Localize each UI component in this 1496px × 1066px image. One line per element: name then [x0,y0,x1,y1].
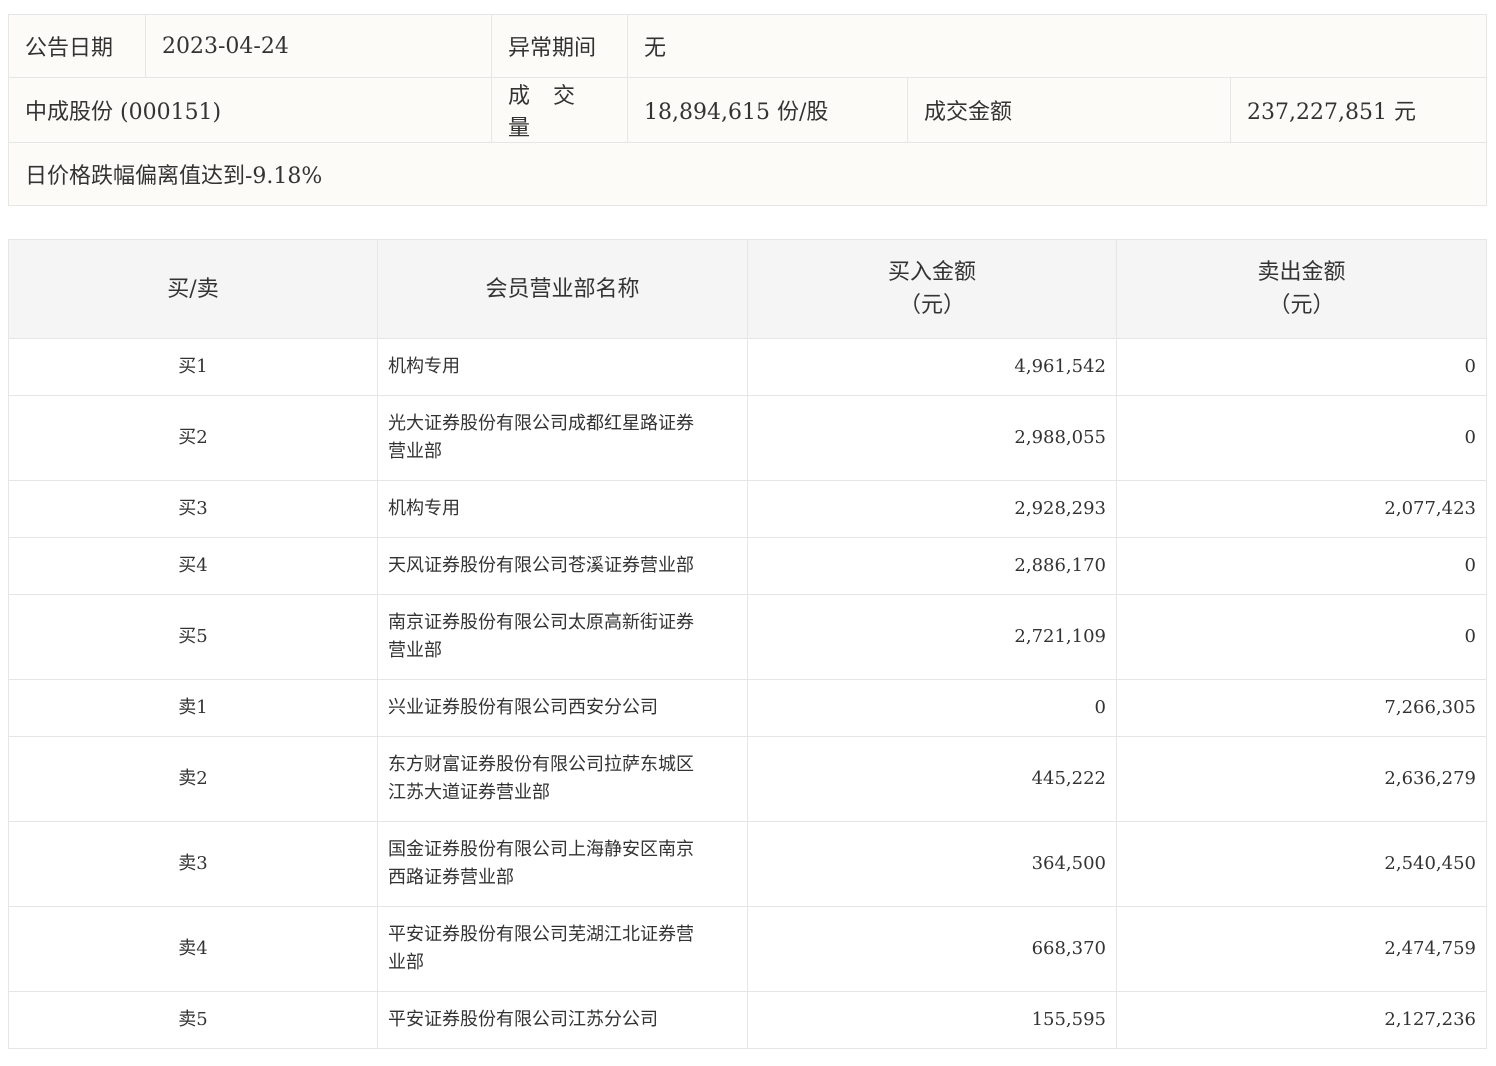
header-sell-amount: 卖出金额 （元） [1116,239,1487,339]
member-name-line1: 兴业证券股份有限公司西安分公司 [388,697,658,718]
table-row: 买4 天风证券股份有限公司苍溪证券营业部 2,886,170 0 [8,537,1487,595]
table-body: 买1 机构专用 4,961,542 0 买2 光大证券股份有限公司成都红星路证券 营业部 2,… [8,338,1487,1049]
row-side: 买1 [8,338,378,396]
table-row: 卖2 东方财富证券股份有限公司拉萨东城区 江苏大道证券营业部 445,222 2,636… [8,736,1487,822]
row-buy-amount: 2,988,055 [747,395,1117,481]
row-buy-amount: 2,886,170 [747,537,1117,595]
row-buy-amount: 364,500 [747,821,1117,907]
row-member: 光大证券股份有限公司成都红星路证券 营业部 [377,395,748,481]
announce-date-label: 公告日期 [8,14,146,78]
table-header-row: 买/卖 会员营业部名称 买入金额 （元） 卖出金额 （元） [8,239,1487,339]
row-sell-amount: 2,474,759 [1116,906,1487,992]
announce-date-value: 2023-04-24 [145,14,492,78]
row-sell-amount: 2,540,450 [1116,821,1487,907]
header-side: 买/卖 [8,239,378,339]
table-row: 买3 机构专用 2,928,293 2,077,423 [8,480,1487,538]
volume-label: 成 交 量 [491,77,628,143]
table-row: 卖5 平安证券股份有限公司江苏分公司 155,595 2,127,236 [8,991,1487,1049]
header-buy-line2: （元） [898,293,965,318]
member-name-line1: 平安证券股份有限公司芜湖江北证券营 [388,924,694,945]
row-buy-amount: 2,721,109 [747,594,1117,680]
row-side: 卖5 [8,991,378,1049]
header-buy-line1: 买入金额 [887,260,976,285]
stock-name: 中成股份 (000151) [8,77,492,143]
volume-value: 18,894,615 份/股 [627,77,908,143]
row-sell-amount: 2,636,279 [1116,736,1487,822]
member-name-line2: 营业部 [388,441,442,462]
table-row: 卖3 国金证券股份有限公司上海静安区南京 西路证券营业部 364,500 2,540,4… [8,821,1487,907]
row-sell-amount: 2,077,423 [1116,480,1487,538]
member-name-line1: 机构专用 [388,498,460,519]
member-name-line1: 机构专用 [388,356,460,377]
info-row-date: 公告日期 2023-04-24 异常期间 无 [8,14,1488,78]
row-buy-amount: 445,222 [747,736,1117,822]
member-name-line1: 光大证券股份有限公司成都红星路证券 [388,413,694,434]
row-side: 买3 [8,480,378,538]
info-row-volume: 中成股份 (000151) 成 交 量 18,894,615 份/股 成交金额 … [8,77,1488,143]
row-buy-amount: 4,961,542 [747,338,1117,396]
table-row: 卖1 兴业证券股份有限公司西安分公司 0 7,266,305 [8,679,1487,737]
table-row: 买1 机构专用 4,961,542 0 [8,338,1487,396]
table-row: 卖4 平安证券股份有限公司芜湖江北证券营 业部 668,370 2,474,759 [8,906,1487,992]
row-sell-amount: 7,266,305 [1116,679,1487,737]
row-sell-amount: 0 [1116,537,1487,595]
row-member: 天风证券股份有限公司苍溪证券营业部 [377,537,748,595]
info-row-reason: 日价格跌幅偏离值达到-9.18% [7,142,1488,206]
member-name-line1: 天风证券股份有限公司苍溪证券营业部 [388,555,694,576]
stock-info-table: 公告日期 2023-04-24 异常期间 无 中成股份 (000151) 成 交… [7,14,1488,206]
header-sell-line2: （元） [1268,293,1335,318]
row-member: 机构专用 [377,480,748,538]
row-sell-amount: 0 [1116,338,1487,396]
row-side: 卖3 [8,821,378,907]
row-buy-amount: 668,370 [747,906,1117,992]
amount-label: 成交金额 [907,77,1231,143]
row-member: 国金证券股份有限公司上海静安区南京 西路证券营业部 [377,821,748,907]
member-name-line1: 国金证券股份有限公司上海静安区南京 [388,839,694,860]
member-name-line2: 西路证券营业部 [388,867,514,888]
header-sell-line1: 卖出金额 [1257,260,1346,285]
row-side: 卖1 [8,679,378,737]
table-row: 买5 南京证券股份有限公司太原高新街证券 营业部 2,721,109 0 [8,594,1487,680]
amount-value: 237,227,851 元 [1229,77,1488,143]
row-member: 平安证券股份有限公司江苏分公司 [377,991,748,1049]
row-buy-amount: 2,928,293 [747,480,1117,538]
row-sell-amount: 0 [1116,594,1487,680]
reason-text: 日价格跌幅偏离值达到-9.18% [7,142,1488,206]
row-member: 南京证券股份有限公司太原高新街证券 营业部 [377,594,748,680]
trading-detail-table: 买/卖 会员营业部名称 买入金额 （元） 卖出金额 （元） 买1 机构专用 4,96… [8,239,1487,1049]
row-side: 买2 [8,395,378,481]
row-sell-amount: 2,127,236 [1116,991,1487,1049]
member-name-line1: 南京证券股份有限公司太原高新街证券 [388,612,694,633]
row-buy-amount: 0 [747,679,1117,737]
row-member: 平安证券股份有限公司芜湖江北证券营 业部 [377,906,748,992]
row-side: 卖4 [8,906,378,992]
member-name-line2: 营业部 [388,640,442,661]
row-member: 东方财富证券股份有限公司拉萨东城区 江苏大道证券营业部 [377,736,748,822]
header-buy-amount: 买入金额 （元） [747,239,1117,339]
row-member: 兴业证券股份有限公司西安分公司 [377,679,748,737]
row-side: 买4 [8,537,378,595]
row-member: 机构专用 [377,338,748,396]
member-name-line1: 东方财富证券股份有限公司拉萨东城区 [388,754,694,775]
member-name-line1: 平安证券股份有限公司江苏分公司 [388,1009,658,1030]
abnormal-period-value: 无 [626,14,1488,78]
member-name-line2: 业部 [388,952,424,973]
row-side: 买5 [8,594,378,680]
header-member: 会员营业部名称 [377,239,748,339]
abnormal-period-label: 异常期间 [491,14,628,78]
row-sell-amount: 0 [1116,395,1487,481]
member-name-line2: 江苏大道证券营业部 [388,782,550,803]
row-buy-amount: 155,595 [747,991,1117,1049]
row-side: 卖2 [8,736,378,822]
table-row: 买2 光大证券股份有限公司成都红星路证券 营业部 2,988,055 0 [8,395,1487,481]
